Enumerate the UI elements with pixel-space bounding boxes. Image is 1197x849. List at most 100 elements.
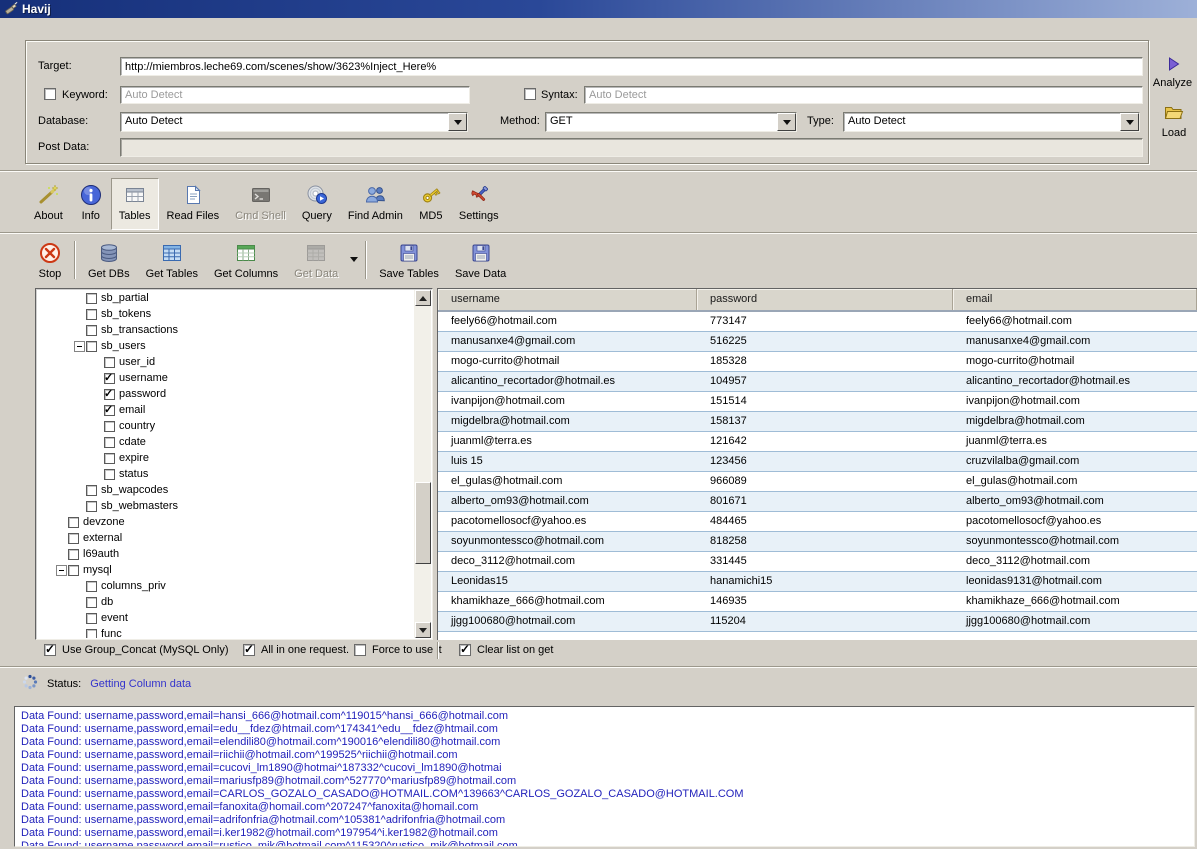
tree-expander-icon[interactable]: [73, 338, 86, 354]
database-select[interactable]: Auto Detect: [120, 112, 468, 132]
option-checkbox[interactable]: [459, 644, 471, 656]
table-row[interactable]: khamikhaze_666@hotmail.com146935khamikha…: [438, 592, 1197, 612]
tree-checkbox[interactable]: [68, 517, 79, 528]
toolbar-button-tables[interactable]: Tables: [111, 178, 159, 230]
option-force-to-use-it[interactable]: Force to use it: [354, 644, 442, 656]
tree-expander-icon[interactable]: [55, 562, 68, 578]
title-bar[interactable]: Havij: [0, 0, 1197, 18]
tree-item-l69auth[interactable]: l69auth: [37, 546, 414, 562]
table-row[interactable]: alberto_om93@hotmail.com801671alberto_om…: [438, 492, 1197, 512]
tree-item-sb-tokens[interactable]: sb_tokens: [37, 306, 414, 322]
tree-checkbox[interactable]: [86, 485, 97, 496]
tree-checkbox[interactable]: [104, 421, 115, 432]
tree-checkbox[interactable]: [86, 325, 97, 336]
get-data-dropdown-icon[interactable]: [346, 236, 361, 284]
tree-checkbox[interactable]: [86, 629, 97, 639]
postdata-input[interactable]: [120, 138, 1143, 157]
method-select[interactable]: GET: [545, 112, 797, 132]
table-row[interactable]: feely66@hotmail.com773147feely66@hotmail…: [438, 312, 1197, 332]
table-row[interactable]: ivanpijon@hotmail.com151514ivanpijon@hot…: [438, 392, 1197, 412]
toolbar-button-about[interactable]: About: [26, 178, 71, 230]
option-all-in-one-request[interactable]: All in one request.: [243, 644, 349, 656]
tree-item-user-id[interactable]: user_id: [37, 354, 414, 370]
tree-item-mysql[interactable]: mysql: [37, 562, 414, 578]
table-row[interactable]: el_gulas@hotmail.com966089el_gulas@hotma…: [438, 472, 1197, 492]
tree-item-email[interactable]: email: [37, 402, 414, 418]
tree-item-sb-partial[interactable]: sb_partial: [37, 290, 414, 306]
toolbar-button-info[interactable]: Info: [71, 178, 111, 230]
scroll-down-icon[interactable]: [415, 622, 431, 638]
toolbar-button-get-columns[interactable]: Get Columns: [206, 236, 286, 284]
load-button[interactable]: Load: [1152, 104, 1196, 139]
table-row[interactable]: Leonidas15hanamichi15leonidas9131@hotmai…: [438, 572, 1197, 592]
tree-item-sb-users[interactable]: sb_users: [37, 338, 414, 354]
toolbar-button-get-dbs[interactable]: Get DBs: [80, 236, 138, 284]
column-header-email[interactable]: email: [953, 289, 1197, 310]
method-dropdown-icon[interactable]: [777, 113, 796, 131]
option-clear-list-on-get[interactable]: Clear list on get: [459, 644, 553, 656]
tree-item-devzone[interactable]: devzone: [37, 514, 414, 530]
tree-checkbox[interactable]: [104, 389, 115, 400]
tree-item-username[interactable]: username: [37, 370, 414, 386]
syntax-checkbox[interactable]: [524, 88, 536, 100]
tree-item-event[interactable]: event: [37, 610, 414, 626]
table-row[interactable]: jjgg100680@hotmail.com115204jjgg100680@h…: [438, 612, 1197, 632]
column-header-username[interactable]: username: [438, 289, 697, 310]
tree-checkbox[interactable]: [86, 581, 97, 592]
option-checkbox[interactable]: [44, 644, 56, 656]
tree-item-cdate[interactable]: cdate: [37, 434, 414, 450]
tree-item-sb-transactions[interactable]: sb_transactions: [37, 322, 414, 338]
tree-checkbox[interactable]: [104, 357, 115, 368]
table-row[interactable]: migdelbra@hotmail.com158137migdelbra@hot…: [438, 412, 1197, 432]
tree-checkbox[interactable]: [104, 373, 115, 384]
scroll-thumb[interactable]: [415, 482, 431, 564]
toolbar-button-md5[interactable]: MD5: [411, 178, 451, 230]
tree-item-columns-priv[interactable]: columns_priv: [37, 578, 414, 594]
tree-item-db[interactable]: db: [37, 594, 414, 610]
tree-scrollbar[interactable]: [414, 290, 431, 638]
toolbar-button-save-tables[interactable]: Save Tables: [371, 236, 447, 284]
tree-checkbox[interactable]: [68, 565, 79, 576]
tree-checkbox[interactable]: [86, 309, 97, 320]
scroll-up-icon[interactable]: [415, 290, 431, 306]
toolbar-button-settings[interactable]: Settings: [451, 178, 507, 230]
table-row[interactable]: mogo-currito@hotmail185328mogo-currito@h…: [438, 352, 1197, 372]
table-row[interactable]: juanml@terra.es121642juanml@terra.es: [438, 432, 1197, 452]
table-row[interactable]: luis 15123456cruzvilalba@gmail.com: [438, 452, 1197, 472]
tree-item-sb-webmasters[interactable]: sb_webmasters: [37, 498, 414, 514]
tree-checkbox[interactable]: [104, 469, 115, 480]
type-dropdown-icon[interactable]: [1120, 113, 1139, 131]
option-use-group-concat-mysql-only[interactable]: Use Group_Concat (MySQL Only): [44, 644, 228, 656]
toolbar-button-read-files[interactable]: Read Files: [159, 178, 228, 230]
option-checkbox[interactable]: [243, 644, 255, 656]
tree-item-sb-wapcodes[interactable]: sb_wapcodes: [37, 482, 414, 498]
database-dropdown-icon[interactable]: [448, 113, 467, 131]
toolbar-button-query[interactable]: Query: [294, 178, 340, 230]
tree-item-status[interactable]: status: [37, 466, 414, 482]
keyword-checkbox[interactable]: [44, 88, 56, 100]
tree-checkbox[interactable]: [86, 501, 97, 512]
tree-checkbox[interactable]: [86, 293, 97, 304]
analyze-button[interactable]: Analyze: [1148, 56, 1197, 89]
tree-checkbox[interactable]: [86, 613, 97, 624]
tree-checkbox[interactable]: [68, 533, 79, 544]
tree-checkbox[interactable]: [86, 597, 97, 608]
tree-item-func[interactable]: func: [37, 626, 414, 638]
tree-checkbox[interactable]: [104, 437, 115, 448]
toolbar-button-get-tables[interactable]: Get Tables: [138, 236, 206, 284]
tree-checkbox[interactable]: [86, 341, 97, 352]
toolbar-button-find-admin[interactable]: Find Admin: [340, 178, 411, 230]
table-row[interactable]: manusanxe4@gmail.com516225manusanxe4@gma…: [438, 332, 1197, 352]
table-row[interactable]: deco_3112@hotmail.com331445deco_3112@hot…: [438, 552, 1197, 572]
table-row[interactable]: pacotomellosocf@yahoo.es484465pacotomell…: [438, 512, 1197, 532]
toolbar-button-stop[interactable]: Stop: [30, 236, 70, 284]
option-checkbox[interactable]: [354, 644, 366, 656]
tree-item-password[interactable]: password: [37, 386, 414, 402]
tree-checkbox[interactable]: [104, 453, 115, 464]
tree-item-external[interactable]: external: [37, 530, 414, 546]
type-select[interactable]: Auto Detect: [843, 112, 1140, 132]
target-input[interactable]: [120, 57, 1143, 76]
table-row[interactable]: alicantino_recortador@hotmail.es104957al…: [438, 372, 1197, 392]
table-row[interactable]: soyunmontessco@hotmail.com818258soyunmon…: [438, 532, 1197, 552]
syntax-input[interactable]: [584, 86, 1143, 104]
